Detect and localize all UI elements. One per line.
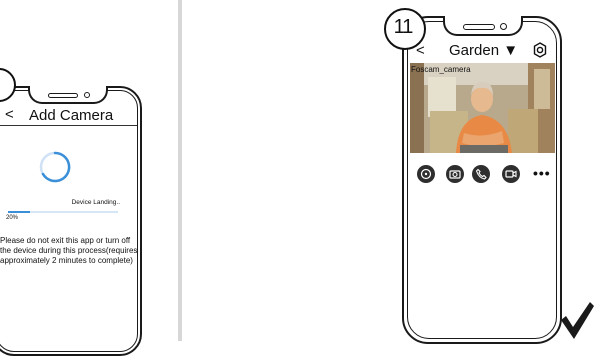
gear-icon[interactable] xyxy=(532,42,548,58)
speaker-left xyxy=(48,93,78,98)
phone-screen-left xyxy=(0,90,138,352)
snapshot-icon[interactable] xyxy=(417,165,435,183)
panel-divider xyxy=(178,0,182,341)
camera-icon[interactable] xyxy=(446,165,464,183)
checkmark-icon xyxy=(561,302,594,339)
progress-bar xyxy=(8,211,30,213)
more-options-button[interactable]: ••• xyxy=(533,164,551,182)
camera-name-label: Foscam_camera xyxy=(411,65,471,74)
phone-icon[interactable] xyxy=(472,165,490,183)
back-button[interactable]: < xyxy=(416,42,425,60)
header-divider xyxy=(0,125,137,126)
warning-text: Please do not exit this app or turn off … xyxy=(0,236,138,265)
front-camera-left xyxy=(84,92,90,98)
record-icon[interactable] xyxy=(502,165,520,183)
front-camera-right xyxy=(500,23,507,30)
camera-selector[interactable]: Garden ▼ xyxy=(449,42,518,60)
back-button[interactable]: < xyxy=(5,106,14,124)
live-video-feed[interactable] xyxy=(410,63,555,153)
loading-spinner-icon xyxy=(39,151,71,183)
speaker-right xyxy=(463,24,495,30)
step-number: 11 xyxy=(393,16,414,38)
status-text: Device Landing.. xyxy=(71,199,120,206)
page-title: Add Camera xyxy=(29,107,114,124)
progress-percent: 20% xyxy=(6,215,19,221)
